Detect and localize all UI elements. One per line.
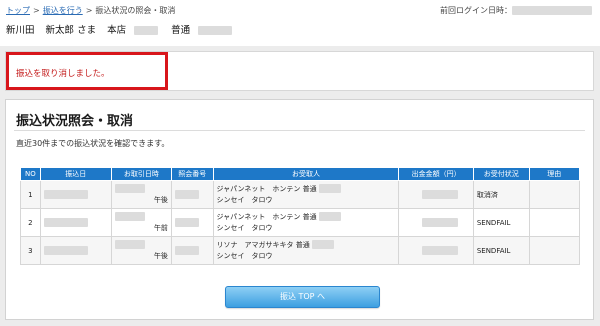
masked-value xyxy=(198,26,233,35)
column-header: お取引日時 xyxy=(110,167,172,181)
breadcrumb-transfer-link[interactable]: 振込を行う xyxy=(43,6,83,15)
masked-value xyxy=(174,190,199,199)
divider xyxy=(14,130,585,131)
transaction-time: 午後 xyxy=(153,252,168,260)
masked-value xyxy=(318,184,341,193)
transfer-top-button-wrap: 振込 TOP へ xyxy=(225,284,380,308)
recipient-name: シンセイ タロウ xyxy=(216,251,273,260)
recipient-bank: リソナ アマガサキキタ 普通 xyxy=(217,240,396,251)
masked-value xyxy=(43,190,88,199)
table-row: 2 午前 ジャパンネット ホンテン 普通 シンセイ タロウ SENDFAIL xyxy=(20,208,581,237)
reason-cell xyxy=(528,180,581,209)
row-number: 3 xyxy=(20,236,41,265)
user-account-type: 普通 xyxy=(171,25,191,36)
reason-cell xyxy=(528,208,581,237)
masked-value xyxy=(512,6,592,15)
panel-description: 直近30件までの振込状況を確認できます。 xyxy=(16,139,170,148)
masked-value xyxy=(422,190,459,199)
reference-number-cell xyxy=(170,208,214,237)
user-info: 新川田 新太郎 さま 本店 普通 xyxy=(6,22,240,36)
status-cell: SENDFAIL xyxy=(472,208,530,237)
masked-value xyxy=(114,212,145,221)
status-cell: SENDFAIL xyxy=(472,236,530,265)
masked-value xyxy=(174,218,199,227)
recipient-cell: ジャパンネット ホンテン 普通 シンセイ タロウ xyxy=(212,180,400,209)
reason-cell xyxy=(528,236,581,265)
recipient-name: シンセイ タロウ xyxy=(216,223,273,232)
page-title: 振込状況照会・取消 xyxy=(16,114,134,129)
amount-cell xyxy=(398,208,474,237)
transaction-time: 午後 xyxy=(153,196,168,204)
table-row: 1 午後 ジャパンネット ホンテン 普通 シンセイ タロウ 取消済 xyxy=(20,180,581,209)
breadcrumb: トップ > 振込を行う > 振込状況の照会・取消 xyxy=(6,5,175,16)
user-branch: 新川田 xyxy=(6,25,35,36)
last-login: 前回ログイン日時： xyxy=(440,5,592,16)
recipient-name: シンセイ タロウ xyxy=(216,195,273,204)
user-branch-name: 本店 xyxy=(107,25,127,36)
column-header: NO xyxy=(20,167,41,181)
recipient-bank-text: ジャパンネット ホンテン 普通 xyxy=(216,184,317,193)
amount-cell xyxy=(398,236,474,265)
column-header: お受取人 xyxy=(212,167,400,181)
masked-value xyxy=(134,26,159,35)
recipient-bank-text: ジャパンネット ホンテン 普通 xyxy=(216,212,317,221)
masked-value xyxy=(422,246,459,255)
reference-number-cell xyxy=(170,180,214,209)
column-header: 理由 xyxy=(528,167,581,181)
recipient-bank: ジャパンネット ホンテン 普通 xyxy=(217,184,396,195)
reference-number-cell xyxy=(170,236,214,265)
transaction-time: 午前 xyxy=(153,224,168,232)
last-login-label: 前回ログイン日時： xyxy=(440,6,512,15)
breadcrumb-separator: > xyxy=(33,6,40,15)
masked-value xyxy=(422,218,459,227)
masked-value xyxy=(114,240,145,249)
transfer-status-panel: 振込状況照会・取消 直近30件までの振込状況を確認できます。 NO 振込日 お取… xyxy=(5,99,594,320)
breadcrumb-separator: > xyxy=(85,6,93,15)
cancel-notice: 振込を取り消しました。 xyxy=(5,51,594,91)
transfer-date-cell xyxy=(39,208,112,237)
breadcrumb-current: 振込状況の照会・取消 xyxy=(95,6,176,15)
masked-value xyxy=(174,246,199,255)
row-number: 1 xyxy=(20,180,41,209)
transaction-time-cell: 午後 xyxy=(110,236,172,265)
table-header-row: NO 振込日 お取引日時 照会番号 お受取人 出金金額（円） お受付状況 理由 xyxy=(20,167,581,181)
row-number: 2 xyxy=(20,208,41,237)
recipient-bank-text: リソナ アマガサキキタ 普通 xyxy=(216,240,310,249)
transaction-time-cell: 午後 xyxy=(110,180,172,209)
table-row: 3 午後 リソナ アマガサキキタ 普通 シンセイ タロウ SENDFAIL xyxy=(20,236,581,265)
header-bar: トップ > 振込を行う > 振込状況の照会・取消 前回ログイン日時： 新川田 新太郎 さ… xyxy=(0,0,600,46)
transfer-date-cell xyxy=(39,236,112,265)
column-header: お受付状況 xyxy=(472,167,530,181)
user-name: 新太郎 さま xyxy=(45,25,97,36)
status-cell: 取消済 xyxy=(472,180,530,209)
masked-value xyxy=(43,246,88,255)
masked-value xyxy=(43,218,88,227)
column-header: 照会番号 xyxy=(170,167,214,181)
recipient-bank: ジャパンネット ホンテン 普通 xyxy=(217,212,396,223)
column-header: 振込日 xyxy=(39,167,112,181)
transfer-date-cell xyxy=(39,180,112,209)
amount-cell xyxy=(398,180,474,209)
masked-value xyxy=(318,212,341,221)
transaction-time-cell: 午前 xyxy=(110,208,172,237)
recipient-cell: ジャパンネット ホンテン 普通 シンセイ タロウ xyxy=(212,208,400,237)
notice-message: 振込を取り消しました。 xyxy=(16,69,110,79)
transfer-top-button[interactable]: 振込 TOP へ xyxy=(225,285,380,308)
masked-value xyxy=(114,184,145,193)
transfer-status-table: NO 振込日 お取引日時 照会番号 お受取人 出金金額（円） お受付状況 理由 … xyxy=(20,167,581,265)
recipient-cell: リソナ アマガサキキタ 普通 シンセイ タロウ xyxy=(212,236,400,265)
masked-value xyxy=(311,240,334,249)
column-header: 出金金額（円） xyxy=(398,167,474,181)
breadcrumb-top-link[interactable]: トップ xyxy=(6,6,30,15)
